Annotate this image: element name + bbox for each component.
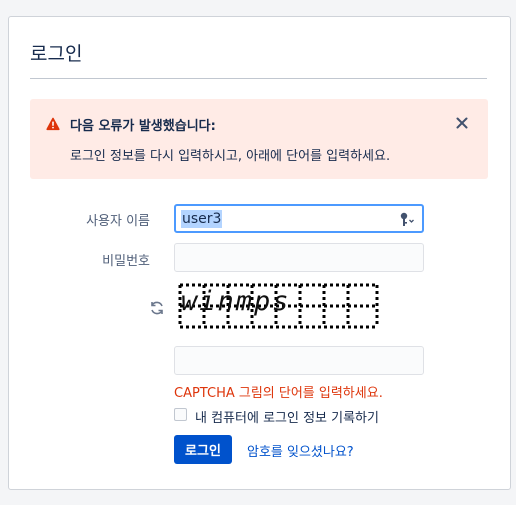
username-field[interactable]: user3 [174,204,424,233]
captcha-text: winmps [181,286,291,317]
alert-title: 다음 오류가 발생했습니다: [70,119,216,134]
username-label: 사용자 이름 [86,214,150,229]
close-icon[interactable] [454,115,470,131]
username-value: user3 [181,210,223,228]
page-title: 로그인 [30,43,83,65]
password-label: 비밀번호 [102,254,150,269]
captcha-input[interactable] [174,346,424,375]
login-button[interactable]: 로그인 [174,435,232,464]
captcha-image: winmps [178,282,384,332]
title-divider [30,78,487,79]
forgot-password-link[interactable]: 암호를 잊으셨나요? [247,441,354,460]
refresh-icon[interactable] [149,300,165,316]
captcha-error: CAPTCHA 그림의 단어를 입력하세요. [174,386,383,401]
password-field[interactable] [174,243,424,272]
alert-message: 로그인 정보를 다시 입력하시고, 아래에 단어를 입력하세요. [70,149,391,164]
error-icon [46,117,60,131]
error-alert: 다음 오류가 발생했습니다: 로그인 정보를 다시 입력하시고, 아래에 단어를… [30,99,488,179]
remember-label: 내 컴퓨터에 로그인 정보 기록하기 [195,411,379,426]
remember-checkbox[interactable] [174,408,187,421]
password-manager-key-icon[interactable] [398,210,416,228]
